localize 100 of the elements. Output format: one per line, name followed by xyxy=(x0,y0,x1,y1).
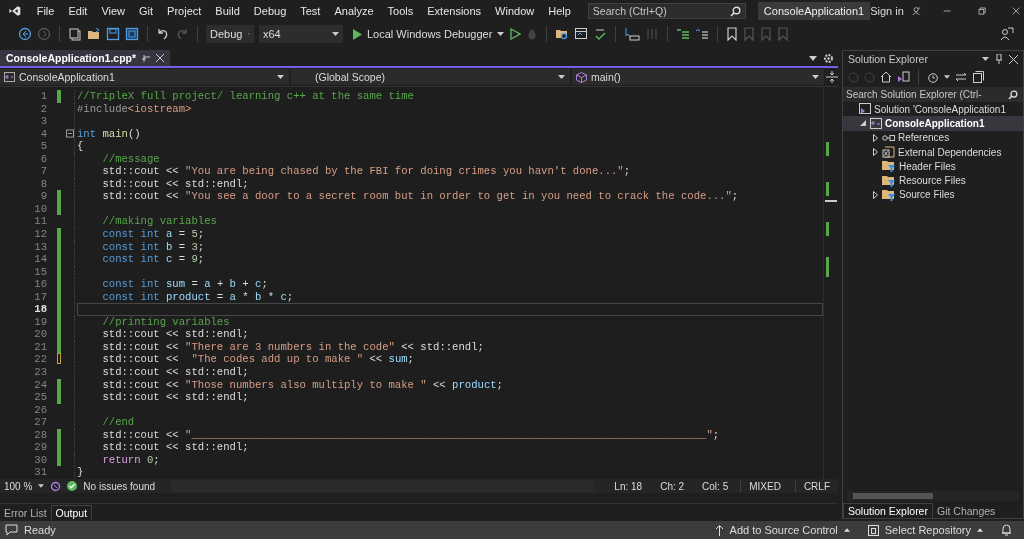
spell-check-icon[interactable] xyxy=(593,27,608,41)
menu-item[interactable]: Build xyxy=(208,5,247,17)
window-icon[interactable] xyxy=(574,27,589,41)
search-field[interactable]: Search (Ctrl+Q) xyxy=(587,3,746,19)
back-icon[interactable] xyxy=(18,27,32,41)
whitespace-indicator[interactable]: MIXED xyxy=(740,480,789,492)
tree-item-label[interactable]: Header Files xyxy=(899,160,956,172)
folder-search-icon[interactable] xyxy=(555,27,570,41)
new-item-icon[interactable] xyxy=(68,27,82,41)
zoom-dropdown[interactable]: 100 % xyxy=(4,480,45,492)
collapse-all-icon[interactable] xyxy=(972,71,984,83)
tree-item[interactable]: ConsoleApplication1 xyxy=(843,116,1023,131)
tree-item-label[interactable]: ConsoleApplication1 xyxy=(885,117,985,129)
expanded-arrow-icon[interactable] xyxy=(860,120,866,127)
save-all-icon[interactable] xyxy=(125,27,139,41)
caret-icon[interactable] xyxy=(982,57,989,61)
menu-item[interactable]: Tools xyxy=(380,5,421,17)
line-ending-indicator[interactable]: CRLF xyxy=(794,480,838,492)
menu-item[interactable]: Extensions xyxy=(420,5,489,17)
home-icon[interactable] xyxy=(880,71,892,83)
menu-item[interactable]: Debug xyxy=(246,5,294,17)
settings-icon[interactable] xyxy=(823,52,834,64)
caret-icon[interactable] xyxy=(809,55,817,61)
tree-item[interactable]: Solution 'ConsoleApplication1 xyxy=(843,102,1023,117)
cursor-icon[interactable] xyxy=(624,27,641,41)
project-dropdown[interactable]: ConsoleApplication1 xyxy=(0,69,289,85)
code-line: const int a = 5; xyxy=(101,228,206,241)
tree-item[interactable]: Header Files xyxy=(843,159,1023,174)
tree-item-label[interactable]: References xyxy=(898,132,950,144)
configuration-dropdown[interactable]: Debug xyxy=(206,25,254,43)
tree-item-label[interactable]: Resource Files xyxy=(899,175,966,187)
caret-icon[interactable] xyxy=(944,75,950,79)
code-line: #include<iostream> xyxy=(77,102,193,116)
message-icon[interactable] xyxy=(5,524,18,536)
person-icon[interactable] xyxy=(911,4,922,18)
issues-status[interactable]: No issues found xyxy=(83,480,156,492)
horizontal-scrollbar[interactable] xyxy=(847,491,1019,501)
source-control-button[interactable]: Add to Source Control xyxy=(714,524,850,536)
undo-icon[interactable] xyxy=(156,27,170,41)
solution-switch-icon[interactable] xyxy=(897,71,910,83)
dropdown-value[interactable]: main() xyxy=(591,71,808,83)
outline-play-icon[interactable] xyxy=(509,28,522,40)
collapse-icon[interactable] xyxy=(66,129,74,139)
repository-button[interactable]: Select Repository xyxy=(867,524,983,536)
dropdown-value[interactable]: ConsoleApplication1 xyxy=(19,71,273,83)
tree-item[interactable]: Source Files xyxy=(843,187,1023,203)
menu-item[interactable]: Git xyxy=(132,5,161,17)
sync-arrows-icon[interactable] xyxy=(955,72,967,82)
menu-item[interactable]: Edit xyxy=(61,5,95,17)
code-line: { xyxy=(77,140,85,153)
collapsed-arrow-icon[interactable] xyxy=(872,190,878,199)
comment-lines-icon[interactable] xyxy=(676,27,691,41)
tree-item[interactable]: References xyxy=(843,130,1023,145)
pin-icon[interactable] xyxy=(995,54,1003,64)
menu-item[interactable]: Window xyxy=(488,5,542,17)
vertical-scrollbar[interactable] xyxy=(823,87,838,479)
panel-tab[interactable]: Git Changes xyxy=(932,504,1000,518)
tree-item[interactable]: Resource Files xyxy=(843,173,1023,188)
bookmark-icon[interactable] xyxy=(726,27,739,41)
dropdown-value[interactable]: (Global Scope) xyxy=(315,71,554,83)
collapsed-arrow-icon[interactable] xyxy=(872,148,878,157)
menu-item[interactable]: File xyxy=(29,5,62,17)
menu-item[interactable]: Help xyxy=(541,5,578,17)
uncomment-lines-icon[interactable] xyxy=(695,27,710,41)
live-share-icon[interactable] xyxy=(1000,27,1014,41)
close-icon[interactable] xyxy=(156,54,165,62)
search-field[interactable]: Search Solution Explorer (Ctrl- xyxy=(843,87,1023,102)
char-indicator[interactable]: Ch: 2 xyxy=(654,480,691,492)
menu-item[interactable]: Analyze xyxy=(327,5,381,17)
column-indicator[interactable]: Col: 5 xyxy=(696,480,735,492)
panel-tab[interactable]: Solution Explorer xyxy=(843,503,933,518)
member-dropdown[interactable]: main() xyxy=(572,69,824,85)
bell-icon[interactable] xyxy=(1001,524,1012,536)
tree-item[interactable]: External Dependencies xyxy=(843,144,1023,160)
line-number: 11 xyxy=(33,215,48,228)
clock-icon[interactable] xyxy=(927,71,939,83)
save-icon[interactable] xyxy=(106,27,120,41)
open-folder-icon[interactable] xyxy=(87,27,101,41)
scope-dropdown[interactable]: (Global Scope) xyxy=(291,69,570,85)
close-icon[interactable] xyxy=(1011,6,1020,16)
tree-item-label[interactable]: External Dependencies xyxy=(898,146,1002,158)
panel-tab[interactable]: Error List xyxy=(0,506,51,520)
collapsed-arrow-icon[interactable] xyxy=(872,133,878,142)
panel-tab[interactable]: Output xyxy=(50,505,93,520)
platform-dropdown[interactable]: x64 xyxy=(259,25,343,43)
line-indicator[interactable]: Ln: 18 xyxy=(608,480,649,492)
run-button[interactable]: Local Windows Debugger xyxy=(352,28,505,40)
tree-item-label[interactable]: Source Files xyxy=(899,189,955,201)
menu-item[interactable]: Test xyxy=(293,5,328,17)
tab-label[interactable]: ConsoleApplication1.cpp* xyxy=(6,52,137,64)
menu-item[interactable]: Project xyxy=(160,5,209,17)
sign-in-link[interactable]: Sign in xyxy=(870,5,904,17)
close-icon[interactable] xyxy=(1009,54,1018,64)
restore-icon[interactable] xyxy=(977,6,986,16)
tree-item-label[interactable]: Solution 'ConsoleApplication1 xyxy=(874,103,1006,115)
menu-item[interactable]: View xyxy=(94,5,133,17)
cube-icon xyxy=(576,71,587,83)
document-tab[interactable]: ConsoleApplication1.cpp* xyxy=(0,50,171,66)
pin-icon[interactable] xyxy=(142,54,151,62)
split-icon[interactable] xyxy=(826,71,838,83)
